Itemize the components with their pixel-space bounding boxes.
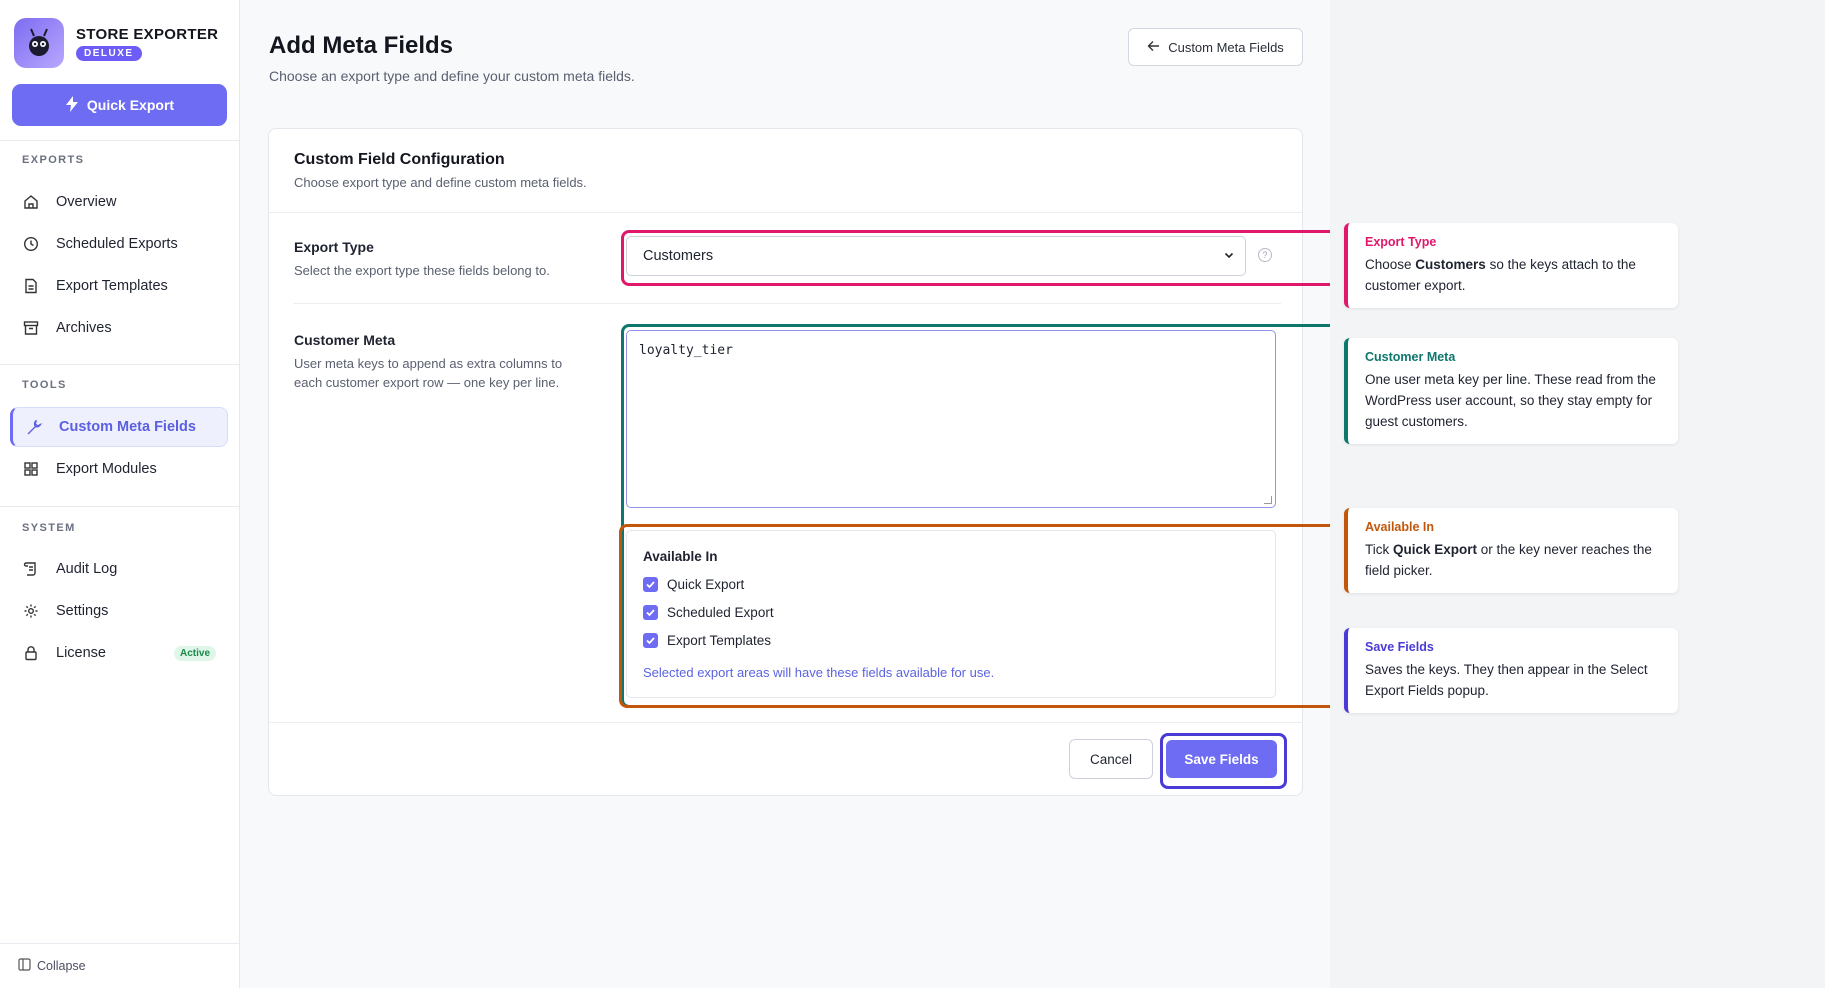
card-footer-divider xyxy=(269,722,1302,723)
sidebar-item-archives[interactable]: Archives xyxy=(10,308,228,348)
sidebar-divider xyxy=(0,364,239,365)
back-to-custom-meta-fields-button[interactable]: Custom Meta Fields xyxy=(1128,28,1303,66)
annotation-body: Choose Customers so the keys attach to t… xyxy=(1365,257,1636,293)
checkbox-label: Export Templates xyxy=(667,633,772,648)
cancel-button[interactable]: Cancel xyxy=(1069,739,1153,779)
customer-meta-label: Customer Meta xyxy=(294,332,396,348)
checkbox-checked-icon[interactable] xyxy=(643,633,658,648)
available-in-note: Selected export areas will have these fi… xyxy=(643,665,995,680)
brand-name: STORE EXPORTER xyxy=(76,25,219,43)
sidebar-item-label: Archives xyxy=(56,320,112,336)
sidebar-divider xyxy=(0,506,239,507)
sidebar-item-custom-meta-fields[interactable]: Custom Meta Fields xyxy=(10,407,228,447)
sidebar-divider xyxy=(0,140,239,141)
collapse-button[interactable]: Collapse xyxy=(18,958,86,974)
checkbox-checked-icon[interactable] xyxy=(643,577,658,592)
sidebar-item-label: License xyxy=(56,645,106,661)
export-type-selected-value: Customers xyxy=(643,248,714,264)
annotation-body: Tick Quick Export or the key never reach… xyxy=(1365,542,1652,578)
sidebar-item-settings[interactable]: Settings xyxy=(10,591,228,631)
export-type-select[interactable]: Customers xyxy=(626,236,1246,276)
ant-logo-icon xyxy=(14,18,64,68)
clock-icon xyxy=(22,235,40,253)
arrow-left-icon xyxy=(1147,40,1160,55)
collapse-label: Collapse xyxy=(37,959,86,973)
checkbox-quick-export[interactable]: Quick Export xyxy=(643,577,744,592)
checkbox-scheduled-export[interactable]: Scheduled Export xyxy=(643,605,774,620)
checkbox-label: Quick Export xyxy=(667,577,745,592)
license-status-badge: Active xyxy=(173,646,216,661)
resize-handle[interactable] xyxy=(1264,496,1272,504)
page-title: Add Meta Fields xyxy=(269,32,454,59)
wrench-icon xyxy=(25,418,43,436)
sidebar-item-label: Overview xyxy=(56,194,117,210)
sidebar-item-label: Settings xyxy=(56,603,109,619)
annotation-export-type: Export Type Choose Customers so the keys… xyxy=(1344,223,1678,308)
section-label-exports: EXPORTS xyxy=(22,154,85,166)
field-divider xyxy=(293,303,1281,304)
sidebar-item-label: Audit Log xyxy=(56,561,118,577)
annotation-body: One user meta key per line. These read f… xyxy=(1365,372,1656,429)
sidebar-item-overview[interactable]: Overview xyxy=(10,182,228,222)
sidebar-panel-icon xyxy=(18,958,31,974)
checkbox-export-templates[interactable]: Export Templates xyxy=(643,633,771,648)
save-fields-button[interactable]: Save Fields xyxy=(1166,740,1277,778)
sidebar: STORE EXPORTER DELUXE Quick Export EXPOR… xyxy=(0,0,240,988)
brand: STORE EXPORTER DELUXE xyxy=(14,18,218,68)
lightning-icon xyxy=(65,95,79,115)
help-circle-icon[interactable]: ? xyxy=(1258,248,1272,262)
card-title: Custom Field Configuration xyxy=(294,151,505,168)
annotation-title: Customer Meta xyxy=(1365,350,1456,364)
sidebar-item-label: Export Modules xyxy=(56,461,157,477)
export-type-help: Select the export type these fields belo… xyxy=(294,263,550,278)
annotation-title: Export Type xyxy=(1365,235,1437,249)
available-in-box: Available In Quick Export Scheduled Expo… xyxy=(626,530,1276,698)
card-divider xyxy=(269,212,1302,213)
sidebar-item-scheduled-exports[interactable]: Scheduled Exports xyxy=(10,224,228,264)
sidebar-item-license[interactable]: License Active xyxy=(10,633,228,673)
annotation-body: Saves the keys. They then appear in the … xyxy=(1365,662,1648,698)
sidebar-item-label: Export Templates xyxy=(56,278,168,294)
sidebar-item-audit-log[interactable]: Audit Log xyxy=(10,549,228,589)
archive-box-icon xyxy=(22,319,40,337)
export-type-label: Export Type xyxy=(294,239,374,255)
document-icon xyxy=(22,277,40,295)
annotation-customer-meta: Customer Meta One user meta key per line… xyxy=(1344,338,1678,444)
annotation-title: Available In xyxy=(1365,520,1435,534)
checkbox-checked-icon[interactable] xyxy=(643,605,658,620)
quick-export-label: Quick Export xyxy=(86,97,175,113)
grid-icon xyxy=(22,460,40,478)
back-button-label: Custom Meta Fields xyxy=(1168,39,1284,55)
sidebar-divider xyxy=(0,943,239,944)
page-subtitle: Choose an export type and define your cu… xyxy=(269,68,635,84)
annotation-available-in: Available In Tick Quick Export or the ke… xyxy=(1344,508,1678,593)
card-subtitle: Choose export type and define custom met… xyxy=(294,175,587,190)
home-icon xyxy=(22,193,40,211)
sidebar-item-export-templates[interactable]: Export Templates xyxy=(10,266,228,306)
customer-meta-textarea[interactable]: loyalty_tier xyxy=(626,330,1276,508)
annotation-title: Save Fields xyxy=(1365,640,1434,654)
quick-export-button[interactable]: Quick Export xyxy=(12,84,227,126)
sidebar-item-label: Scheduled Exports xyxy=(56,236,178,252)
gear-icon xyxy=(22,602,40,620)
lock-icon xyxy=(22,644,40,662)
section-label-system: SYSTEM xyxy=(22,522,76,534)
chevron-down-icon xyxy=(1223,249,1235,265)
checkbox-label: Scheduled Export xyxy=(667,605,774,620)
customer-meta-value: loyalty_tier xyxy=(639,343,733,358)
sidebar-item-export-modules[interactable]: Export Modules xyxy=(10,449,228,489)
annotation-save-fields: Save Fields Saves the keys. They then ap… xyxy=(1344,628,1678,713)
annotation-panel xyxy=(1330,0,1825,988)
section-label-tools: TOOLS xyxy=(22,379,67,391)
sidebar-item-label: Custom Meta Fields xyxy=(59,419,196,435)
available-in-title: Available In xyxy=(643,549,718,564)
brand-badge: DELUXE xyxy=(76,45,142,61)
customer-meta-help: User meta keys to append as extra column… xyxy=(294,356,563,390)
scroll-log-icon xyxy=(22,560,40,578)
